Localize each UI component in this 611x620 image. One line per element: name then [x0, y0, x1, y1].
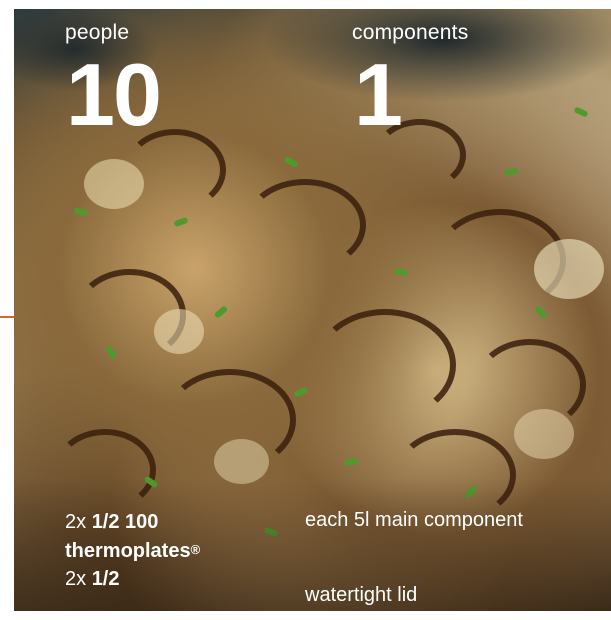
- components-label: components: [352, 21, 469, 44]
- registered-mark: ®: [190, 542, 201, 557]
- spec-line-2: thermoplates®: [65, 536, 200, 565]
- spec-line-3: 2x 1/2: [65, 565, 200, 593]
- hero-food-image: people 10 components 1 2x 1/2 100 thermo…: [14, 9, 611, 611]
- accent-line: [0, 316, 14, 318]
- spec-qty-1: 2x: [65, 511, 87, 533]
- spec-lid: watertight lid: [305, 584, 418, 606]
- spec-left: 2x 1/2 100 thermoplates® 2x 1/2: [65, 508, 200, 593]
- spec-main-component: each 5l main component: [305, 509, 523, 531]
- spec-product-name: thermoplates: [65, 540, 191, 562]
- components-count: 1: [354, 45, 403, 144]
- spec-line-1: 2x 1/2 100: [65, 508, 200, 536]
- spec-qty-2: 2x: [65, 568, 87, 590]
- people-count: 10: [66, 45, 162, 144]
- people-label: people: [65, 21, 130, 44]
- spec-size-2: 1/2: [91, 568, 120, 590]
- spec-size-1: 1/2 100: [91, 511, 159, 533]
